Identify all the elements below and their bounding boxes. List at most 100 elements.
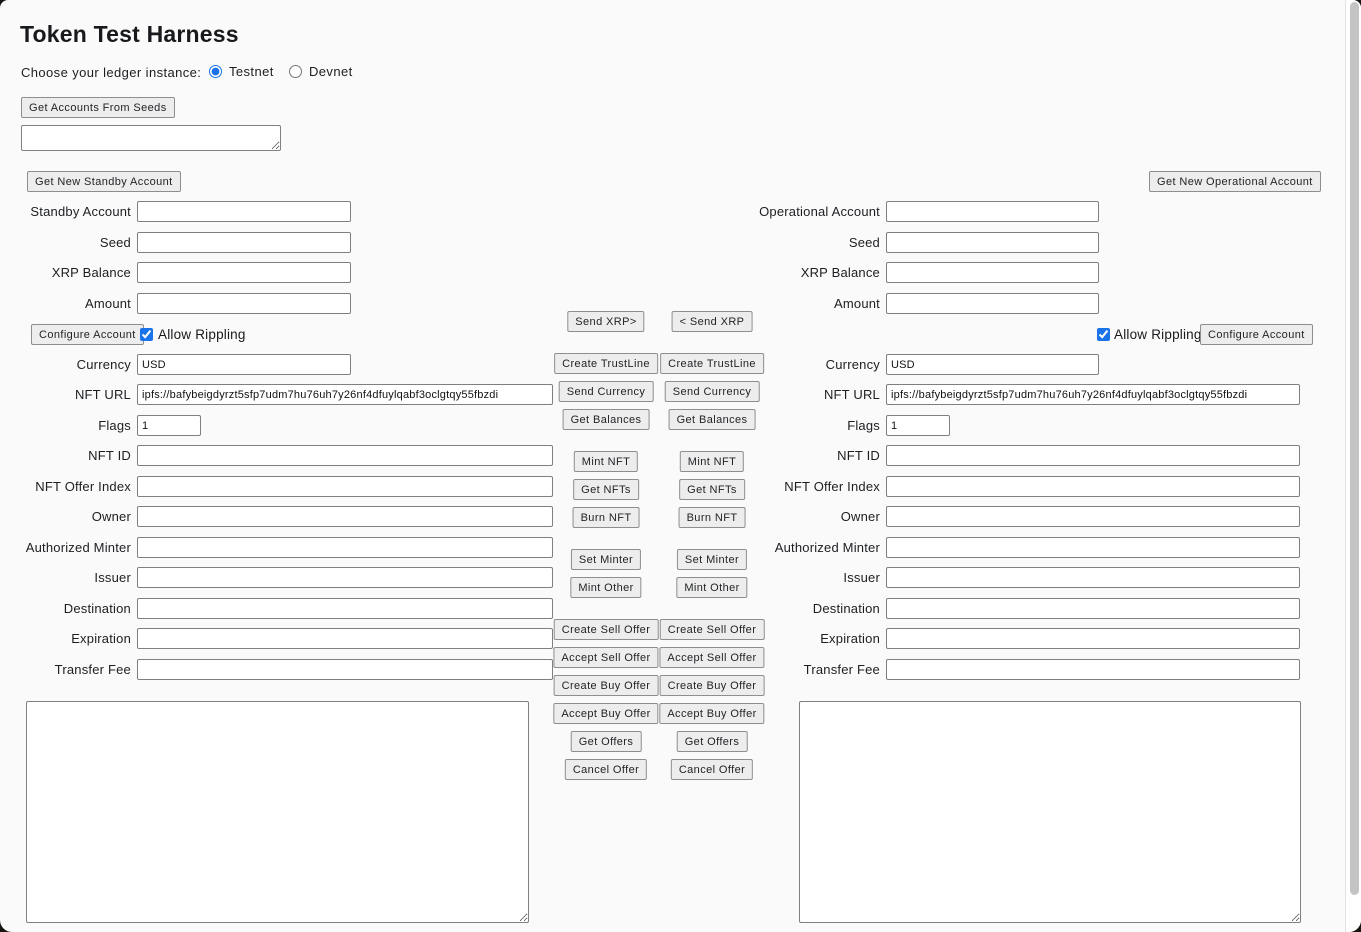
standby-accept-sell-offer-button[interactable]: Accept Sell Offer bbox=[553, 647, 658, 668]
get-new-standby-account-button[interactable]: Get New Standby Account bbox=[27, 171, 181, 192]
standby-destination-input[interactable] bbox=[137, 598, 553, 619]
standby-expiration-label: Expiration bbox=[0, 628, 134, 649]
standby-create-trustline-button[interactable]: Create TrustLine bbox=[554, 353, 658, 374]
operational-cancel-offer-button[interactable]: Cancel Offer bbox=[671, 759, 753, 780]
standby-nft-offer-index-label: NFT Offer Index bbox=[0, 476, 134, 497]
devnet-radio-label: Devnet bbox=[309, 64, 353, 79]
get-new-operational-account-button[interactable]: Get New Operational Account bbox=[1149, 171, 1321, 192]
operational-create-buy-offer-button[interactable]: Create Buy Offer bbox=[660, 675, 765, 696]
operational-nft-id-input[interactable] bbox=[886, 445, 1300, 466]
operational-accept-buy-offer-button[interactable]: Accept Buy Offer bbox=[659, 703, 764, 724]
operational-transfer-fee-input[interactable] bbox=[886, 659, 1300, 680]
standby-accept-buy-offer-button[interactable]: Accept Buy Offer bbox=[553, 703, 658, 724]
operational-account-input[interactable] bbox=[886, 201, 1099, 222]
standby-mint-other-button[interactable]: Mint Other bbox=[570, 577, 641, 598]
seeds-textarea[interactable] bbox=[21, 125, 281, 151]
standby-nft-url-input[interactable] bbox=[137, 384, 553, 405]
operational-owner-input[interactable] bbox=[886, 506, 1300, 527]
operational-nft-offer-index-input[interactable] bbox=[886, 476, 1300, 497]
standby-get-offers-button[interactable]: Get Offers bbox=[571, 731, 642, 752]
vertical-scrollbar-thumb[interactable] bbox=[1350, 2, 1359, 895]
standby-expiration-input[interactable] bbox=[137, 628, 553, 649]
operational-get-nfts-button[interactable]: Get NFTs bbox=[679, 479, 745, 500]
operational-account-label: Operational Account bbox=[649, 201, 883, 222]
standby-account-label: Standby Account bbox=[0, 201, 134, 222]
standby-get-nfts-button[interactable]: Get NFTs bbox=[573, 479, 639, 500]
standby-currency-label: Currency bbox=[0, 354, 134, 375]
standby-amount-label: Amount bbox=[0, 293, 134, 314]
operational-expiration-input[interactable] bbox=[886, 628, 1300, 649]
standby-transfer-fee-label: Transfer Fee bbox=[0, 659, 134, 680]
standby-get-balances-button[interactable]: Get Balances bbox=[563, 409, 650, 430]
operational-get-balances-button[interactable]: Get Balances bbox=[669, 409, 756, 430]
standby-xrp-balance-label: XRP Balance bbox=[0, 262, 134, 283]
ledger-radio-testnet[interactable]: Testnet bbox=[209, 64, 274, 79]
standby-authorized-minter-input[interactable] bbox=[137, 537, 553, 558]
standby-currency-input[interactable] bbox=[137, 354, 351, 375]
standby-issuer-label: Issuer bbox=[0, 567, 134, 588]
operational-xrp-balance-label: XRP Balance bbox=[649, 262, 883, 283]
standby-results-textarea[interactable] bbox=[26, 701, 529, 923]
operational-create-sell-offer-button[interactable]: Create Sell Offer bbox=[660, 619, 765, 640]
standby-send-currency-button[interactable]: Send Currency bbox=[559, 381, 654, 402]
operational-allow-rippling-checkbox[interactable] bbox=[1097, 328, 1110, 341]
operational-xrp-balance-input[interactable] bbox=[886, 262, 1099, 283]
operational-get-offers-button[interactable]: Get Offers bbox=[677, 731, 748, 752]
ledger-instance-prompt: Choose your ledger instance: bbox=[21, 65, 201, 80]
standby-nft-id-input[interactable] bbox=[137, 445, 553, 466]
standby-amount-input[interactable] bbox=[137, 293, 351, 314]
standby-burn-nft-button[interactable]: Burn NFT bbox=[573, 507, 640, 528]
standby-transfer-fee-input[interactable] bbox=[137, 659, 553, 680]
operational-destination-input[interactable] bbox=[886, 598, 1300, 619]
standby-configure-account-button[interactable]: Configure Account bbox=[31, 324, 144, 345]
operational-results-textarea[interactable] bbox=[799, 701, 1301, 923]
standby-owner-input[interactable] bbox=[137, 506, 553, 527]
standby-nft-offer-index-input[interactable] bbox=[137, 476, 553, 497]
standby-issuer-input[interactable] bbox=[137, 567, 553, 588]
operational-seed-label: Seed bbox=[649, 232, 883, 253]
operational-burn-nft-button[interactable]: Burn NFT bbox=[679, 507, 746, 528]
standby-nft-url-label: NFT URL bbox=[0, 384, 134, 405]
operational-set-minter-button[interactable]: Set Minter bbox=[677, 549, 747, 570]
operational-accept-sell-offer-button[interactable]: Accept Sell Offer bbox=[659, 647, 764, 668]
operational-configure-account-button[interactable]: Configure Account bbox=[1200, 324, 1313, 345]
operational-issuer-input[interactable] bbox=[886, 567, 1300, 588]
devnet-radio-input[interactable] bbox=[289, 65, 302, 78]
standby-allow-rippling-checkbox[interactable] bbox=[140, 328, 153, 341]
standby-nft-id-label: NFT ID bbox=[0, 445, 134, 466]
standby-create-sell-offer-button[interactable]: Create Sell Offer bbox=[554, 619, 659, 640]
operational-amount-input[interactable] bbox=[886, 293, 1099, 314]
standby-xrp-balance-input[interactable] bbox=[137, 262, 351, 283]
standby-cancel-offer-button[interactable]: Cancel Offer bbox=[565, 759, 647, 780]
testnet-radio-input[interactable] bbox=[209, 65, 222, 78]
standby-flags-input[interactable] bbox=[137, 415, 201, 436]
standby-seed-input[interactable] bbox=[137, 232, 351, 253]
operational-destination-label: Destination bbox=[649, 598, 883, 619]
operational-allow-rippling-label: Allow Rippling bbox=[1114, 324, 1202, 345]
standby-flags-label: Flags bbox=[0, 415, 134, 436]
operational-authorized-minter-input[interactable] bbox=[886, 537, 1300, 558]
operational-create-trustline-button[interactable]: Create TrustLine bbox=[660, 353, 764, 374]
standby-authorized-minter-label: Authorized Minter bbox=[0, 537, 134, 558]
operational-send-currency-button[interactable]: Send Currency bbox=[665, 381, 760, 402]
ledger-radio-devnet[interactable]: Devnet bbox=[289, 64, 353, 79]
operational-flags-input[interactable] bbox=[886, 415, 950, 436]
send-xrp-to-operational-button[interactable]: Send XRP> bbox=[567, 311, 644, 332]
standby-destination-label: Destination bbox=[0, 598, 134, 619]
operational-mint-other-button[interactable]: Mint Other bbox=[676, 577, 747, 598]
page-title: Token Test Harness bbox=[20, 21, 239, 48]
operational-currency-input[interactable] bbox=[886, 354, 1099, 375]
get-accounts-from-seeds-button[interactable]: Get Accounts From Seeds bbox=[21, 97, 175, 118]
standby-create-buy-offer-button[interactable]: Create Buy Offer bbox=[554, 675, 659, 696]
standby-allow-rippling-label: Allow Rippling bbox=[158, 324, 246, 345]
operational-mint-nft-button[interactable]: Mint NFT bbox=[680, 451, 744, 472]
vertical-scrollbar-track[interactable] bbox=[1345, 0, 1361, 932]
operational-nft-url-input[interactable] bbox=[886, 384, 1300, 405]
standby-mint-nft-button[interactable]: Mint NFT bbox=[574, 451, 638, 472]
standby-account-input[interactable] bbox=[137, 201, 351, 222]
standby-owner-label: Owner bbox=[0, 506, 134, 527]
standby-set-minter-button[interactable]: Set Minter bbox=[571, 549, 641, 570]
token-test-harness-page: Token Test Harness Choose your ledger in… bbox=[0, 0, 1361, 932]
operational-seed-input[interactable] bbox=[886, 232, 1099, 253]
send-xrp-to-standby-button[interactable]: < Send XRP bbox=[672, 311, 753, 332]
